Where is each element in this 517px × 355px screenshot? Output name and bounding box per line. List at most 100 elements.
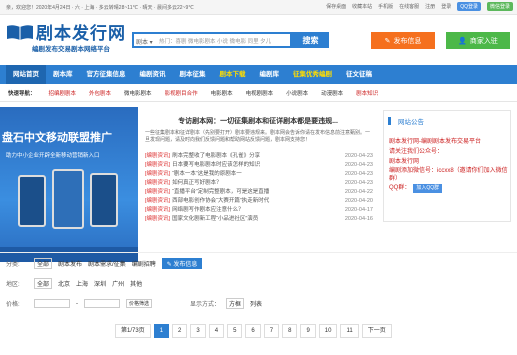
list-item[interactable]: [编剧资讯] 西部电影创作协会“大赛开篇”执走新时代 2020-04-20 [145, 197, 373, 206]
filter-label: 价格: [6, 302, 20, 308]
header: 剧本发行网 编剧发布交易剧本网络平台 剧本 ▾ 热门：喜剧 微电影剧本 小说 微… [0, 15, 517, 65]
nav-item-essay[interactable]: 征文征稿 [339, 65, 379, 84]
price-separator: - [76, 300, 78, 307]
nav-item-good-writers[interactable]: 征集优秀编剧 [286, 65, 339, 84]
logo-subtitle: 编剧发布交易剧本网络平台 [32, 46, 110, 53]
quick-link[interactable]: 电视剧剧本 [246, 89, 274, 97]
list-item[interactable]: [编剧资讯] “直播平台”定制完整剧本，可是这是直播 2020-04-22 [145, 188, 373, 197]
quick-link[interactable]: 招编剧剧本 [49, 89, 77, 97]
notice-qq-row: QQ群： 加入QQ群 [389, 183, 509, 193]
page-link[interactable]: 9 [300, 324, 316, 338]
search-button[interactable]: 搜索 [292, 32, 329, 48]
filter-label: 分类: [6, 262, 20, 268]
nav-item-official-collect[interactable]: 官方征集信息 [80, 65, 133, 84]
list-item[interactable]: [编剧资讯] 刷本完整收了电影剧本《孔雀》分享 2020-04-23 [145, 152, 373, 161]
page-link[interactable]: 2 [172, 324, 188, 338]
page-link[interactable]: 1 [153, 324, 170, 338]
price-filter-button[interactable]: 价格筛选 [126, 299, 153, 308]
page-link[interactable]: 4 [208, 324, 225, 338]
join-qq-group-button[interactable]: 加入QQ群 [413, 183, 443, 193]
news-intro: 一些征集剧本和征详剧本（先别要打开）剧本要违规来。剧本网会告诉你请在发布信息前注… [145, 130, 371, 143]
page-link[interactable]: 3 [190, 324, 206, 338]
phone-image [52, 169, 84, 229]
edit-icon: ✎ [384, 37, 391, 45]
pagination: 第1/73页 1 2 3 4 5 6 7 8 9 10 11 下一页 [115, 324, 392, 338]
nav-item-script-collect[interactable]: 剧本征集 [173, 65, 213, 84]
nav-item-script-download[interactable]: 剧本下载 [213, 65, 253, 84]
quick-link[interactable]: 剧本知识 [356, 89, 378, 97]
filter-label: 地区: [6, 282, 20, 288]
notice-accent [388, 117, 391, 125]
filter-option-all[interactable]: 全部 [34, 258, 53, 269]
site-logo[interactable]: 剧本发行网 [6, 19, 126, 44]
region-option-all[interactable]: 全部 [34, 278, 53, 289]
top-bar-info: 亲，欢迎您！2020年4月24日 · 六 · 上海 · 多云转晴28~11℃ ·… [6, 5, 194, 11]
filter-option[interactable]: 编剧招聘 [132, 259, 156, 268]
merchant-join-button[interactable]: 👤 商家入驻 [446, 32, 510, 49]
filter-option[interactable]: 剧本发布 [58, 259, 82, 268]
top-link-mobile[interactable]: 手机版 [378, 3, 393, 10]
quick-link[interactable]: 外包剧本 [89, 89, 111, 97]
quick-link[interactable]: 微电影剧本 [124, 89, 152, 97]
region-option[interactable]: 其他 [130, 279, 142, 288]
notice-line: 剧本发行网-编剧剧本发布交易平台 [389, 139, 481, 145]
news-headline[interactable]: 专访剧本网：一切征集剧本和征详剧本都是要违规... [143, 116, 373, 126]
notice-line: 剧本发行网 [389, 159, 420, 165]
news-list: [编剧资讯] 刷本完整收了电影剧本《孔雀》分享 2020-04-23 [编剧资讯] 日… [145, 152, 373, 224]
nav-item-writer-library[interactable]: 编剧库 [253, 65, 287, 84]
page-link[interactable]: 8 [282, 324, 298, 338]
search-button-label: 搜索 [302, 35, 319, 45]
quick-link[interactable]: 动漫剧本 [321, 89, 343, 97]
display-option-list[interactable]: 列表 [250, 299, 262, 308]
next-page-button[interactable]: 下一页 [361, 324, 392, 338]
list-item[interactable]: [编剧资讯] 国家文化剧新工程“小品进社区”演员 2020-04-16 [145, 215, 373, 224]
top-link-service[interactable]: 在线客服 [399, 3, 419, 10]
banner-subline: 助力中小企业开辟全新移动营销新入口 [6, 153, 100, 159]
notice-panel: 网站公告 剧本发行网-编剧剧本发布交易平台 请关注我们公众号： 剧本发行网 编剧… [383, 110, 511, 222]
region-option[interactable]: 广州 [112, 279, 124, 288]
list-item[interactable]: [编剧资讯] 如何真正写好剧本？ 2020-04-23 [145, 179, 373, 188]
top-link-register[interactable]: 注册 [425, 3, 435, 10]
page-link[interactable]: 5 [227, 324, 243, 338]
page-link[interactable]: 7 [263, 324, 280, 338]
phone-image [90, 173, 118, 227]
list-item[interactable]: [编剧资讯] 日本要写电影剧本时应该怎样的知识 2020-04-23 [145, 161, 373, 170]
price-max-input[interactable] [84, 299, 120, 308]
filter-category: 分类: 全部 剧本发布 剧本需求/征集 编剧招聘 ✎ 发布信息 [6, 258, 203, 269]
top-link-favorite[interactable]: 收藏本站 [352, 3, 372, 10]
nav-item-writer-news[interactable]: 编剧资讯 [133, 65, 173, 84]
notice-line: 编剧添加微信号：iccxx8（邀请你们加入微信群） [389, 168, 508, 182]
phone-image [18, 175, 46, 227]
top-link-login[interactable]: 登录 [441, 3, 451, 10]
qq-login-button[interactable]: QQ登录 [457, 2, 481, 11]
wechat-login-button[interactable]: 微信登录 [486, 2, 513, 11]
promo-banner[interactable]: 盘石中文移动联盟推广 助力中小企业开辟全新移动营销新入口 [0, 107, 138, 262]
region-option[interactable]: 深圳 [94, 279, 106, 288]
region-option[interactable]: 上海 [76, 279, 88, 288]
top-link-save-desktop[interactable]: 保存桌面 [326, 3, 346, 10]
nav-item-home[interactable]: 网站首页 [6, 65, 46, 84]
quick-link[interactable]: 小说剧本 [286, 89, 308, 97]
page-link[interactable]: 11 [340, 324, 359, 338]
list-item[interactable]: [编剧资讯] “剧本一本”这是我的原剧本一 2020-04-23 [145, 170, 373, 179]
quick-nav-label: 快速导航： [8, 90, 36, 97]
publish-small-button[interactable]: ✎ 发布信息 [161, 258, 203, 269]
quick-link[interactable]: 电影剧本 [211, 89, 233, 97]
region-option[interactable]: 北京 [58, 279, 70, 288]
page-link[interactable]: 6 [245, 324, 261, 338]
nav-item-script-library[interactable]: 剧本库 [46, 65, 80, 84]
page-link[interactable]: 10 [318, 324, 338, 338]
filter-price: 价格: - 价格筛选 显示方式： 方框 列表 [6, 298, 262, 309]
search-type-select[interactable]: 剧本 ▾ [136, 37, 153, 46]
merchant-join-label: 商家入驻 [469, 37, 498, 45]
filter-option[interactable]: 剧本需求/征集 [88, 259, 126, 268]
display-option-grid[interactable]: 方框 [226, 298, 245, 309]
publish-info-label: 发布信息 [393, 37, 422, 45]
banner-headline: 盘石中文移动联盟推广 [2, 132, 112, 144]
top-bar: 亲，欢迎您！2020年4月24日 · 六 · 上海 · 多云转晴28~11℃ ·… [0, 0, 517, 15]
list-item[interactable]: [编剧资讯] 网络剧写作剧本应注意什么？ 2020-04-17 [145, 206, 373, 215]
search-input[interactable]: 剧本 ▾ 热门：喜剧 微电影剧本 小说 微电影 同里 夕儿 [132, 32, 292, 48]
quick-link[interactable]: 影视剧目合作 [165, 89, 198, 97]
publish-info-button[interactable]: ✎ 发布信息 [371, 32, 435, 49]
price-min-input[interactable] [34, 299, 70, 308]
